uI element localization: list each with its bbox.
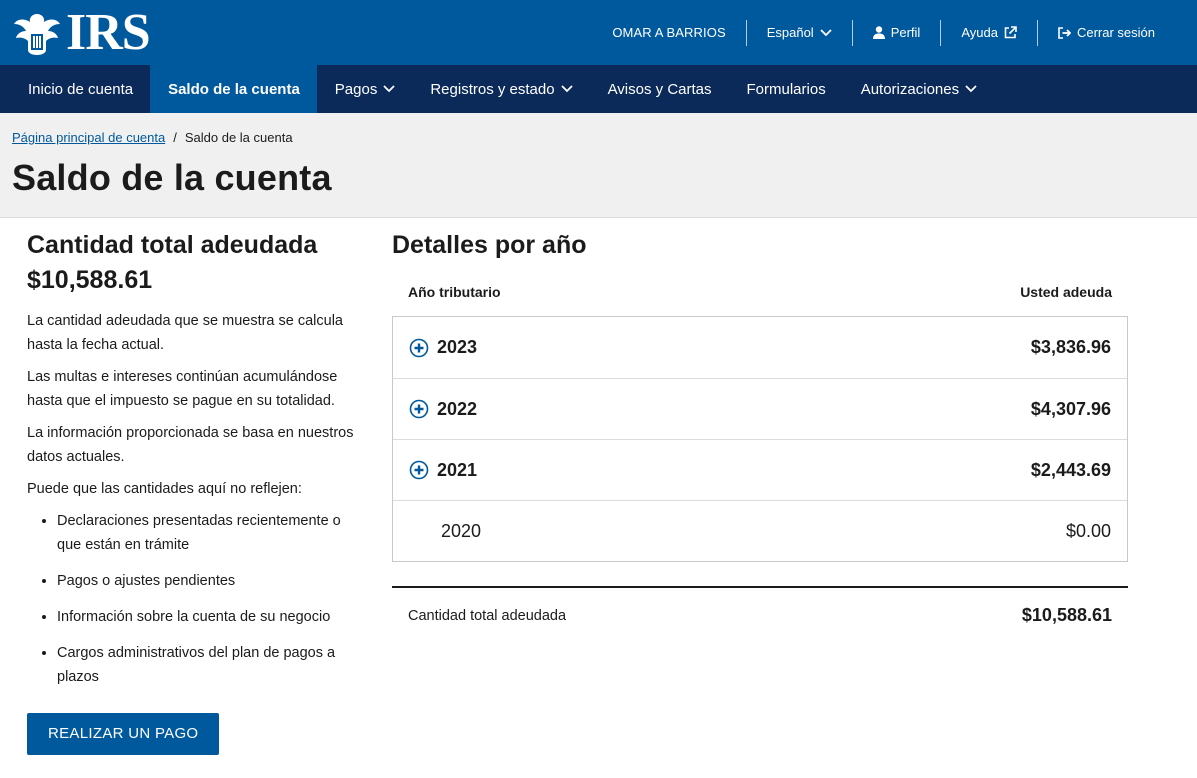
year-cell: 2022 <box>409 399 477 420</box>
logout-label: Cerrar sesión <box>1076 25 1155 40</box>
breadcrumb-home-link[interactable]: Página principal de cuenta <box>12 130 165 145</box>
breadcrumb-current: Saldo de la cuenta <box>184 130 293 145</box>
profile-link[interactable]: Perfil <box>851 19 941 46</box>
nav-item-forms[interactable]: Formularios <box>729 65 843 113</box>
list-item: Pagos o ajustes pendientes <box>57 569 367 593</box>
external-link-icon <box>1004 26 1017 39</box>
language-dropdown[interactable]: Español <box>745 19 852 46</box>
column-header-year: Año tributario <box>408 284 501 300</box>
page-title: Saldo de la cuenta <box>12 157 332 198</box>
year-label: 2020 <box>441 520 482 541</box>
nav-item-account-balance[interactable]: Saldo de la cuenta <box>150 65 317 113</box>
amount-cell: $3,836.96 <box>1030 337 1111 357</box>
main-nav: Inicio de cuenta Saldo de la cuenta Pago… <box>0 65 1197 113</box>
table-row: 2020 $0.00 <box>393 500 1127 561</box>
nav-item-label: Saldo de la cuenta <box>168 80 300 98</box>
logout-link[interactable]: Cerrar sesión <box>1036 19 1175 46</box>
help-label: Ayuda <box>961 25 998 40</box>
chevron-down-icon <box>820 28 832 36</box>
top-actions: OMAR A BARRIOS Español Perfil Ayuda Cerr… <box>592 0 1175 65</box>
year-cell: 2020 <box>409 521 481 542</box>
year-label: 2021 <box>437 459 478 480</box>
year-label: 2022 <box>437 398 478 419</box>
eagle-icon <box>14 13 60 55</box>
table-row[interactable]: 2021 $2,443.69 <box>393 439 1127 500</box>
amount-cell: $2,443.69 <box>1030 459 1111 480</box>
irs-logo[interactable]: IRS <box>12 3 151 61</box>
list-item: Declaraciones presentadas recientemente … <box>57 509 367 557</box>
column-header-owed: Usted adeuda <box>1020 284 1112 300</box>
nav-item-label: Formularios <box>746 80 826 98</box>
year-cell: 2023 <box>409 337 477 358</box>
breadcrumb: Página principal de cuenta / Saldo de la… <box>12 130 1185 145</box>
chevron-down-icon <box>560 85 573 93</box>
top-header: IRS OMAR A BARRIOS Español Perfil Ayuda … <box>0 0 1197 65</box>
nav-item-label: Avisos y Cartas <box>607 80 712 98</box>
chevron-down-icon <box>383 85 395 93</box>
table-row[interactable]: 2023 $3,836.96 <box>393 317 1127 378</box>
title-band: Página principal de cuenta / Saldo de la… <box>0 113 1197 218</box>
total-amount: $10,588.61 <box>27 266 153 294</box>
logo-text: IRS <box>66 3 151 61</box>
nav-item-label: Inicio de cuenta <box>28 80 134 98</box>
user-icon <box>872 26 885 39</box>
nav-item-label: Autorizaciones <box>860 80 960 98</box>
summary-paragraph: Las multas e intereses continúan acumulá… <box>27 369 338 409</box>
plus-circle-icon[interactable] <box>409 399 429 419</box>
summary-paragraph: La cantidad adeudada que se muestra se c… <box>27 313 343 353</box>
sign-out-icon <box>1058 26 1071 39</box>
total-value: $10,588.61 <box>1021 605 1112 625</box>
table-header: Año tributario Usted adeuda <box>392 260 1128 316</box>
make-payment-button[interactable]: REALIZAR UN PAGO <box>27 713 220 755</box>
amount-cell: $4,307.96 <box>1030 398 1111 419</box>
year-label: 2023 <box>437 337 478 357</box>
summary-heading: Cantidad total adeudada <box>27 231 318 259</box>
plus-circle-icon[interactable] <box>409 460 429 480</box>
help-link[interactable]: Ayuda <box>940 19 1037 46</box>
profile-label: Perfil <box>890 25 921 40</box>
nav-item-payments[interactable]: Pagos <box>317 65 413 113</box>
year-cell: 2021 <box>409 460 477 481</box>
nav-item-records-status[interactable]: Registros y estado <box>412 65 589 113</box>
nav-item-label: Registros y estado <box>430 80 555 98</box>
list-item: Cargos administrativos del plan de pagos… <box>57 641 367 689</box>
breadcrumb-separator: / <box>173 130 177 145</box>
nav-item-authorizations[interactable]: Autorizaciones <box>843 65 994 113</box>
nav-item-label: Pagos <box>334 80 378 98</box>
user-name-label: OMAR A BARRIOS <box>612 25 726 40</box>
language-label: Español <box>766 25 814 40</box>
plus-circle-icon[interactable] <box>409 338 429 358</box>
table-row[interactable]: 2022 $4,307.96 <box>393 378 1127 439</box>
balance-summary: Cantidad total adeudada $10,588.61 La ca… <box>27 218 367 755</box>
amount-cell: $0.00 <box>1065 520 1111 541</box>
details-heading: Detalles por año <box>392 231 587 259</box>
details-by-year: Detalles por año Año tributario Usted ad… <box>392 218 1128 755</box>
year-table: 2023 $3,836.96 2022 $4,307.96 2021 $2,44… <box>392 316 1128 562</box>
total-label: Cantidad total adeudada <box>408 607 567 624</box>
total-row: Cantidad total adeudada $10,588.61 <box>392 586 1128 643</box>
user-name[interactable]: OMAR A BARRIOS <box>592 20 745 46</box>
exclusions-list: Declaraciones presentadas recientemente … <box>57 509 367 689</box>
list-item: Información sobre la cuenta de su negoci… <box>57 605 367 629</box>
main-content: Cantidad total adeudada $10,588.61 La ca… <box>0 218 1197 755</box>
chevron-down-icon <box>965 85 977 93</box>
summary-paragraph: La información proporcionada se basa en … <box>27 425 354 465</box>
nav-item-account-home[interactable]: Inicio de cuenta <box>0 65 150 113</box>
nav-item-notices-letters[interactable]: Avisos y Cartas <box>590 65 729 113</box>
summary-paragraph: Puede que las cantidades aquí no refleje… <box>27 481 302 497</box>
